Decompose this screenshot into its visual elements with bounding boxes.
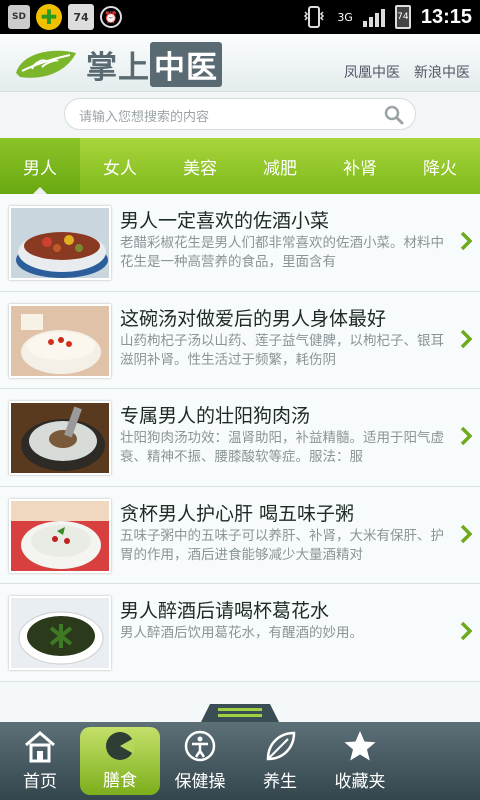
thumbnail-image xyxy=(9,498,111,573)
chevron-right-icon xyxy=(460,329,472,348)
nav-favorites-label: 收藏夹 xyxy=(334,772,386,792)
vibrate-icon xyxy=(301,4,327,30)
chevron-right-icon xyxy=(460,621,472,641)
search-placeholder: 请输入您想搜索的内容 xyxy=(79,110,210,125)
tab-weight-loss[interactable]: 减肥 xyxy=(240,138,320,194)
list-item[interactable]: 贪杯男人护心肝 喝五味子粥 五味子粥中的五味子可以养肝、补肾，大米有保肝、护胃的… xyxy=(0,486,480,584)
app-header: 掌上 中医 凤凰中医 新浪中医 xyxy=(0,34,480,92)
alarm-clock-icon: ⏰ xyxy=(100,6,122,28)
nav-favorites[interactable]: 收藏夹 xyxy=(320,722,400,800)
item-title: 男人一定喜欢的佐酒小菜 xyxy=(120,210,330,232)
nav-health-label: 养生 xyxy=(263,772,297,792)
tab-cooling[interactable]: 降火 xyxy=(400,138,480,194)
item-description: 老醋彩椒花生是男人们都非常喜欢的佐酒小菜。材料中花生是一种高营养的食品，里面含有 xyxy=(120,235,444,270)
item-title: 贪杯男人护心肝 喝五味子粥 xyxy=(120,502,355,525)
home-icon xyxy=(25,731,55,763)
sd-card-icon: SD xyxy=(8,5,30,29)
bottom-nav: 首页 膳食 保健操 养生 收藏夹 xyxy=(0,722,480,800)
star-icon xyxy=(344,731,376,761)
tab-beauty[interactable]: 美容 xyxy=(160,138,240,194)
item-description: 壮阳狗肉汤功效：温肾助阳，补益精髓。适用于阳气虚衰、精神不振、腰膝酸软等症。服法… xyxy=(120,430,444,465)
chevron-right-icon xyxy=(460,524,472,543)
search-bar: 请输入您想搜索的内容 xyxy=(0,92,480,138)
item-title: 专属男人的壮阳狗肉汤 xyxy=(120,405,311,427)
badge-74-icon: 74 xyxy=(68,4,94,30)
leaf-icon xyxy=(266,731,296,761)
search-input[interactable]: 请输入您想搜索的内容 xyxy=(64,98,416,130)
drawer-handle-icon[interactable] xyxy=(190,700,290,724)
nav-diet[interactable]: 膳食 xyxy=(80,727,160,795)
item-description: 山药枸杞子汤以山药、莲子益气健脾，以枸杞子、银耳滋阴补肾。性生活过于频繁，耗伤阴 xyxy=(120,332,444,368)
thumbnail-image xyxy=(9,596,111,670)
signal-bars-icon xyxy=(362,7,385,27)
thumbnail-image xyxy=(9,206,111,280)
header-link-sina[interactable]: 新浪中医 xyxy=(414,62,470,82)
chevron-right-icon xyxy=(460,426,472,446)
search-icon[interactable] xyxy=(383,104,405,126)
bowl-icon xyxy=(106,732,134,760)
nav-exercise-label: 保健操 xyxy=(174,772,226,792)
list-item[interactable]: 这碗汤对做爱后的男人身体最好 山药枸杞子汤以山药、莲子益气健脾，以枸杞子、银耳滋… xyxy=(0,291,480,389)
chevron-right-icon xyxy=(460,231,472,251)
item-title: 男人醉酒后请喝杯葛花水 xyxy=(120,600,330,622)
thumbnail-image xyxy=(9,303,111,378)
category-tabs: 男人 女人 美容 减肥 补肾 降火 xyxy=(0,138,480,194)
nav-home[interactable]: 首页 xyxy=(0,722,80,800)
nav-health[interactable]: 养生 xyxy=(240,722,320,800)
exercise-icon xyxy=(184,730,216,762)
article-list: 男人一定喜欢的佐酒小菜 老醋彩椒花生是男人们都非常喜欢的佐酒小菜。材料中花生是一… xyxy=(0,194,480,708)
signal-3g-icon: 3G xyxy=(337,10,353,24)
list-item[interactable]: 男人一定喜欢的佐酒小菜 老醋彩椒花生是男人们都非常喜欢的佐酒小菜。材料中花生是一… xyxy=(0,194,480,292)
item-description: 五味子粥中的五味子可以养肝、补肾，大米有保肝、护胃的作用，酒后进食能够减少大量酒… xyxy=(120,527,444,563)
list-item[interactable]: 男人醉酒后请喝杯葛花水 男人醉酒后饮用葛花水，有醒酒的妙用。 xyxy=(0,584,480,682)
status-bar: SD ✚ 74 ⏰ 3G 74 13:15 xyxy=(0,0,480,34)
tab-women[interactable]: 女人 xyxy=(80,138,160,194)
item-title: 这碗汤对做爱后的男人身体最好 xyxy=(120,307,387,330)
leaf-logo-icon xyxy=(16,50,76,78)
plus-app-icon: ✚ xyxy=(36,4,62,30)
tab-men[interactable]: 男人 xyxy=(0,138,80,194)
logo-text: 掌上 中医 xyxy=(86,42,222,87)
tab-kidney[interactable]: 补肾 xyxy=(320,138,400,194)
battery-icon: 74 xyxy=(394,5,411,29)
nav-diet-label: 膳食 xyxy=(103,771,137,791)
header-link-fenghuang[interactable]: 凤凰中医 xyxy=(344,62,400,82)
status-time: 13:15 xyxy=(420,5,472,28)
item-description: 男人醉酒后饮用葛花水，有醒酒的妙用。 xyxy=(120,625,363,641)
app-logo: 掌上 中医 xyxy=(12,42,222,87)
nav-home-label: 首页 xyxy=(23,772,57,792)
thumbnail-image xyxy=(9,401,111,475)
list-item[interactable]: 专属男人的壮阳狗肉汤 壮阳狗肉汤功效：温肾助阳，补益精髓。适用于阳气虚衰、精神不… xyxy=(0,389,480,487)
nav-exercise[interactable]: 保健操 xyxy=(160,722,240,800)
